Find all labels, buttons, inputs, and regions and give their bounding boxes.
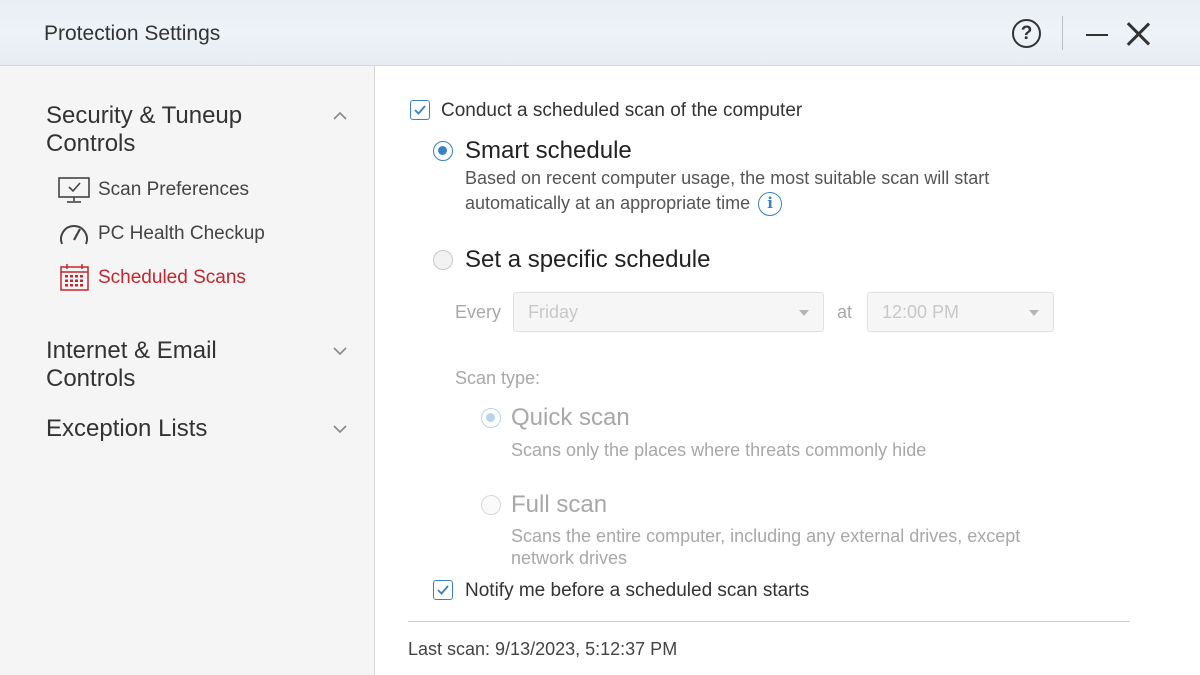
section-label-line1: Security & Tuneup — [46, 102, 243, 129]
chevron-down-icon[interactable] — [333, 422, 347, 436]
full-scan-desc-1: Scans the entire computer, including any… — [511, 526, 1021, 546]
sidebar-item-label: Scheduled Scans — [98, 267, 246, 288]
notify-label: Notify me before a scheduled scan starts — [465, 580, 810, 601]
title-bar: Protection Settings ? — [0, 0, 1200, 66]
section-label-line1: Exception Lists — [46, 415, 208, 442]
full-scan-label: Full scan — [511, 491, 608, 518]
sidebar-section-internet-email[interactable]: Internet & Email Controls — [46, 337, 306, 393]
close-icon[interactable] — [1124, 20, 1152, 48]
divider — [408, 621, 1130, 622]
smart-schedule-desc-2: automatically at an appropriate time i — [465, 191, 783, 217]
sidebar-item-label: Scan Preferences — [98, 179, 250, 200]
window-title: Protection Settings — [44, 22, 221, 45]
quick-scan-label: Quick scan — [511, 404, 630, 431]
monitor-icon — [56, 175, 92, 205]
minimize-icon[interactable] — [1086, 34, 1108, 36]
main-panel: Conduct a scheduled scan of the computer… — [376, 66, 1200, 675]
section-label-line2: Controls — [46, 365, 136, 392]
titlebar-separator — [1062, 16, 1063, 50]
sidebar-section-exception-lists[interactable]: Exception Lists — [46, 415, 306, 443]
sidebar-item-pc-health-checkup[interactable]: PC Health Checkup — [56, 219, 265, 249]
info-icon[interactable]: i — [758, 192, 783, 217]
full-scan-desc-2: network drives — [511, 548, 628, 568]
notify-checkbox[interactable] — [433, 580, 453, 600]
sidebar: Security & Tuneup Controls Scan Preferen… — [0, 66, 375, 675]
every-label: Every — [455, 302, 502, 322]
sidebar-item-scan-preferences[interactable]: Scan Preferences — [56, 175, 249, 205]
gauge-icon — [56, 219, 92, 249]
calendar-icon — [56, 263, 92, 293]
section-label-line1: Internet & Email — [46, 337, 217, 364]
section-label-line2: Controls — [46, 130, 136, 157]
sidebar-item-label: PC Health Checkup — [98, 223, 265, 244]
conduct-scan-label: Conduct a scheduled scan of the computer — [441, 100, 803, 121]
smart-schedule-label: Smart schedule — [465, 137, 632, 164]
smart-schedule-desc-1: Based on recent computer usage, the most… — [465, 168, 990, 188]
quick-scan-radio[interactable] — [481, 408, 501, 428]
specific-schedule-label: Set a specific schedule — [465, 246, 711, 273]
scan-type-label: Scan type: — [455, 368, 541, 388]
dropdown-arrow-icon — [799, 310, 809, 316]
conduct-scan-checkbox[interactable] — [410, 100, 430, 120]
specific-schedule-radio[interactable] — [433, 250, 453, 270]
at-label: at — [837, 302, 853, 322]
smart-schedule-radio[interactable] — [433, 141, 453, 161]
time-select-value: 12:00 PM — [882, 302, 960, 322]
sidebar-item-scheduled-scans[interactable]: Scheduled Scans — [56, 263, 246, 293]
chevron-down-icon[interactable] — [333, 344, 347, 358]
quick-scan-desc: Scans only the places where threats comm… — [511, 440, 927, 460]
last-scan-status: Last scan: 9/13/2023, 5:12:37 PM — [408, 639, 678, 659]
sidebar-section-security[interactable]: Security & Tuneup Controls — [46, 102, 306, 158]
time-select[interactable]: 12:00 PM — [867, 292, 1054, 332]
dropdown-arrow-icon — [1029, 310, 1039, 316]
full-scan-radio[interactable] — [481, 495, 501, 515]
help-icon[interactable]: ? — [1012, 19, 1041, 48]
chevron-up-icon[interactable] — [333, 109, 347, 123]
day-select[interactable]: Friday — [513, 292, 824, 332]
day-select-value: Friday — [528, 302, 579, 322]
